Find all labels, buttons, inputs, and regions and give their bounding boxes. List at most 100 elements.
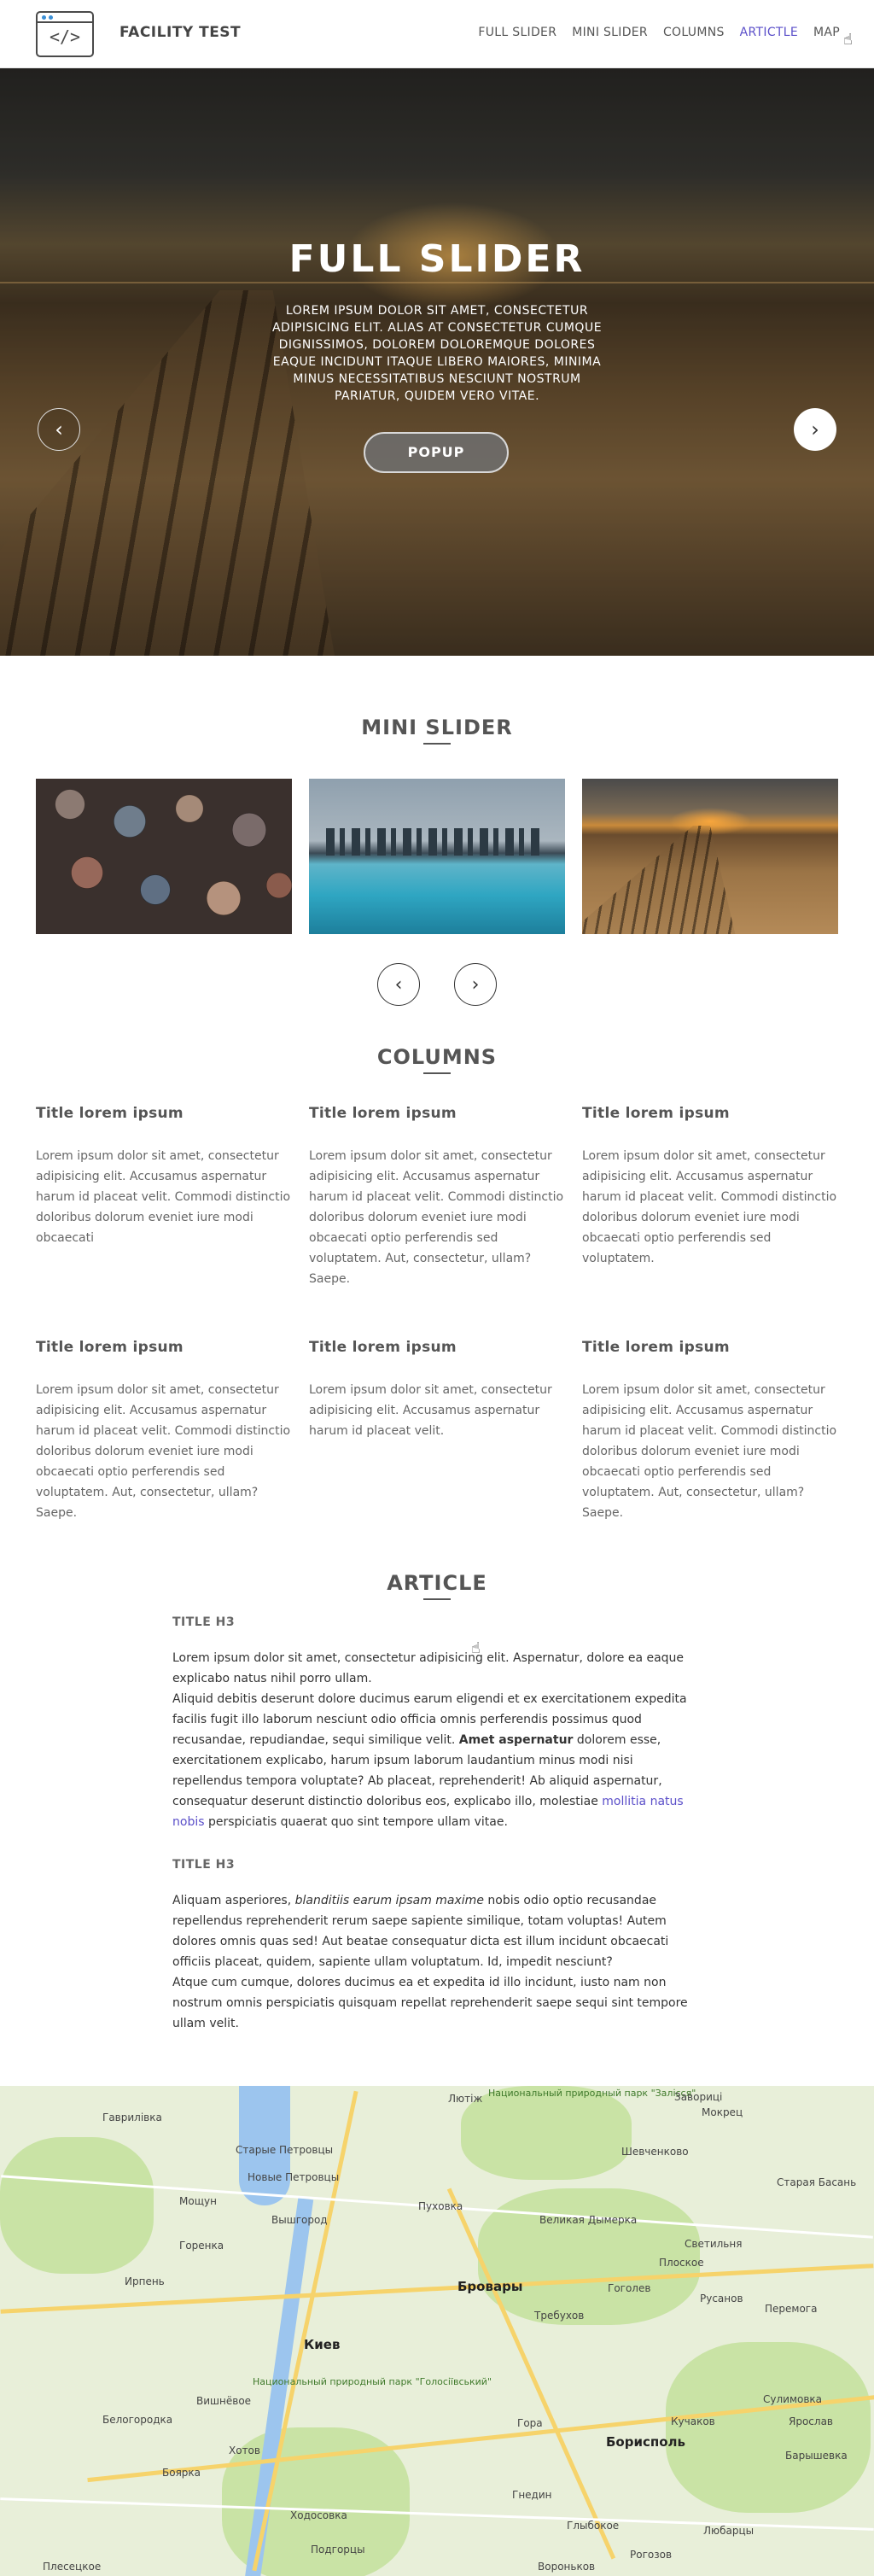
map-label: Завориці: [674, 2091, 723, 2103]
article-h3: TITLE H3: [172, 1615, 236, 1629]
column-text: Lorem ipsum dolor sit amet, consectetur …: [309, 1383, 552, 1438]
map-label: Гоголев: [608, 2282, 651, 2294]
map-label: Гнедин: [512, 2489, 552, 2501]
map-label: Борисполь: [606, 2434, 686, 2450]
map-label: Рогозов: [630, 2549, 673, 2561]
column-title: Title lorem ipsum: [309, 1339, 457, 1356]
mini-next-button[interactable]: ›: [454, 963, 497, 1006]
logo-window-bar: [38, 13, 92, 23]
nav-article[interactable]: ARTICTLE: [740, 26, 798, 39]
map-label: Пуховка: [418, 2200, 463, 2212]
map-label: Вишнёвое: [196, 2395, 252, 2407]
logo-icon[interactable]: </>: [36, 11, 94, 57]
map-label: Светильня: [685, 2238, 743, 2250]
article-paragraph: Lorem ipsum dolor sit amet, consectetur …: [172, 1651, 685, 1685]
chevron-left-icon: ‹: [55, 418, 63, 441]
mini-prev-button[interactable]: ‹: [377, 963, 420, 1006]
main-nav: FULL SLIDER MINI SLIDER COLUMNS ARTICTLE…: [478, 26, 840, 39]
article-text: Aliquam asperiores,: [172, 1894, 295, 1907]
nav-map[interactable]: MAP: [813, 26, 840, 39]
map-label: Бровары: [457, 2279, 523, 2294]
map-label: Плоское: [659, 2257, 704, 2269]
column-title: Title lorem ipsum: [582, 1105, 730, 1122]
column-title: Title lorem ipsum: [36, 1339, 184, 1356]
chevron-right-icon: ›: [471, 973, 480, 996]
map-label: Национальный природный парк "Голосіївськ…: [253, 2376, 492, 2387]
city-skyline: [326, 828, 539, 856]
chevron-right-icon: ›: [811, 418, 819, 441]
section-underline: [423, 1598, 451, 1600]
column-text: Lorem ipsum dolor sit amet, consectetur …: [582, 1383, 837, 1520]
mini-slide-boardwalk[interactable]: [582, 779, 838, 934]
article-paragraph: Atque cum cumque, dolores ducimus ea et …: [172, 1976, 688, 2030]
column-text: Lorem ipsum dolor sit amet, consectetur …: [36, 1149, 291, 1245]
article-title: ARTICLE: [387, 1571, 487, 1595]
logo-dot: [49, 15, 53, 20]
article-h3: TITLE H3: [172, 1858, 236, 1872]
nav-mini-slider[interactable]: MINI SLIDER: [572, 26, 648, 39]
map-label: Шевченково: [621, 2146, 689, 2158]
chevron-left-icon: ‹: [394, 973, 403, 996]
hand-cursor-icon: ☝: [471, 1639, 481, 1657]
mini-slide-stones[interactable]: [36, 779, 292, 934]
map-label: Глыбокое: [567, 2520, 620, 2532]
article-paragraph: Aliquam asperiores, blanditiis earum ips…: [172, 1890, 702, 1972]
hero-prev-button[interactable]: ‹: [38, 408, 80, 451]
map-label: Национальный природный парк "Залісся": [488, 2088, 696, 2099]
nav-full-slider[interactable]: FULL SLIDER: [478, 26, 556, 39]
map-label: Хотов: [229, 2445, 260, 2456]
site-header: </> FACILITY TEST FULL SLIDER MINI SLIDE…: [0, 0, 874, 68]
mini-slide-city[interactable]: [309, 779, 565, 934]
hero-text: LOREM IPSUM DOLOR SIT AMET, CONSECTETUR …: [271, 304, 603, 403]
popup-button[interactable]: POPUP: [364, 432, 509, 473]
map-label: Киев: [304, 2337, 341, 2352]
full-slider: FULL SLIDER LOREM IPSUM DOLOR SIT AMET, …: [0, 68, 874, 656]
map-label: Новые Петровцы: [248, 2171, 340, 2183]
section-underline: [423, 1072, 451, 1074]
hand-cursor-icon: ☝: [843, 31, 853, 49]
map-label: Барышевка: [785, 2450, 848, 2462]
article-bold-text: Amet aspernatur: [458, 1733, 574, 1747]
map-label: Великая Дымерка: [539, 2214, 638, 2226]
article-body: TITLE H3 Lorem ipsum dolor sit amet, con…: [172, 1615, 702, 2034]
section-underline: [423, 743, 451, 745]
map-label: Мощун: [179, 2195, 217, 2207]
map-label: Русанов: [700, 2293, 743, 2304]
map-label: Вороньков: [538, 2561, 596, 2573]
map-forest-area: [666, 2342, 871, 2513]
map-label: Плесецкое: [43, 2561, 102, 2573]
logo-dot: [42, 15, 46, 20]
map-label: Ходосовка: [290, 2509, 347, 2521]
article-italic-text: blanditiis earum ipsam maxime: [294, 1894, 484, 1907]
mini-slider-title: MINI SLIDER: [361, 716, 513, 739]
map-label: Горенка: [179, 2240, 224, 2252]
boardwalk-boards: [582, 826, 736, 934]
hero-next-button[interactable]: ›: [794, 408, 836, 451]
map-label: Кучаков: [671, 2415, 715, 2427]
map-label: Мокрец: [702, 2106, 743, 2118]
map-label: Сулимовка: [763, 2393, 823, 2405]
map-label: Старая Басань: [777, 2176, 857, 2188]
hero-title: FULL SLIDER: [288, 237, 586, 281]
map-label: Лютіж: [448, 2093, 483, 2105]
column-text: Lorem ipsum dolor sit amet, consectetur …: [582, 1149, 837, 1265]
map-label: Ирпень: [125, 2275, 165, 2287]
map-label: Требухов: [534, 2310, 585, 2322]
column-title: Title lorem ipsum: [309, 1105, 457, 1122]
map-label: Боярка: [162, 2467, 201, 2479]
map-highway: [0, 2263, 874, 2314]
map-forest-area: [0, 2137, 154, 2274]
map-label: Вышгород: [271, 2214, 328, 2226]
column-title: Title lorem ipsum: [36, 1105, 184, 1122]
nav-columns[interactable]: COLUMNS: [663, 26, 725, 39]
map-label: Гора: [517, 2417, 543, 2429]
map-label: Ярослав: [789, 2415, 833, 2427]
map-embed[interactable]: Национальный природный парк "Залісся" Га…: [0, 2086, 874, 2576]
brand-title[interactable]: FACILITY TEST: [119, 24, 241, 41]
column-text: Lorem ipsum dolor sit amet, consectetur …: [309, 1149, 564, 1286]
map-label: Любарцы: [703, 2525, 755, 2537]
logo-code-glyph: </>: [49, 26, 81, 47]
map-park-area: [461, 2086, 632, 2180]
map-label: Перемога: [765, 2303, 818, 2315]
map-label: Гаврилівка: [102, 2112, 162, 2123]
